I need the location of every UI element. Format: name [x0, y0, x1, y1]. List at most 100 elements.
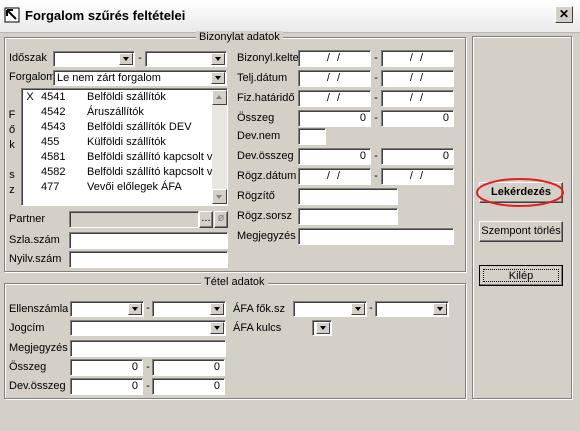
teljdatum-to-field[interactable]: / / [381, 70, 454, 87]
chevron-down-icon[interactable] [128, 303, 142, 315]
tetel-megjegyzes-field[interactable] [70, 340, 226, 357]
kelte-to-field[interactable]: / / [381, 50, 454, 67]
fokszam-vertical-label: F ő k s z [8, 109, 16, 196]
osszeg-dash: - [374, 112, 378, 124]
fizhatarido-to-field[interactable]: / / [381, 90, 454, 107]
devosszeg-dash: - [374, 150, 378, 162]
list-item[interactable]: 4581 Belföldi szállító kapcsolt v [24, 151, 212, 166]
app-icon [4, 7, 20, 23]
tetel-osszeg-from-field[interactable]: 0 [70, 359, 143, 376]
tetel-devosszeg-to-field[interactable]: 0 [152, 378, 225, 395]
partner-clear-button[interactable]: ø [214, 211, 228, 228]
list-scrollbar[interactable] [212, 90, 227, 204]
devosszeg-from-field[interactable]: 0 [298, 148, 371, 165]
osszeg-from-field[interactable]: 0 [298, 110, 371, 127]
chevron-down-icon[interactable] [210, 303, 224, 315]
fokszam-listbox[interactable]: X 4541 Belföldi szállítók 4542 Áruszállí… [21, 88, 228, 206]
kelte-from-field[interactable]: / / [298, 50, 371, 67]
rogzito-field[interactable] [298, 188, 398, 205]
devosszeg-to-field[interactable]: 0 [381, 148, 454, 165]
idoszak-label: Időszak [9, 52, 47, 64]
jogcim-label: Jogcím [9, 322, 45, 334]
afakulcs-combo[interactable] [312, 320, 332, 336]
megjegyzes-field[interactable] [298, 228, 454, 245]
fizhatarido-from-field[interactable]: / / [298, 90, 371, 107]
list-item[interactable]: 4542 Áruszállítók [24, 106, 209, 121]
tetel-osszeg-dash: - [146, 361, 150, 373]
ellenszamla-from-combo[interactable] [70, 301, 144, 317]
idoszak-from-combo[interactable] [53, 51, 135, 67]
tetel-megjegyzes-label: Megjegyzés [9, 342, 68, 354]
afafoksz-from-combo[interactable] [293, 301, 367, 317]
chevron-down-icon[interactable] [351, 303, 365, 315]
szlaszam-field[interactable] [69, 232, 228, 249]
szempont-torles-button[interactable]: Szempont törlés [479, 221, 563, 242]
tetel-devosszeg-dash: - [146, 380, 150, 392]
devnem-field[interactable] [298, 128, 326, 145]
kelte-dash: - [374, 52, 378, 64]
afafoksz-to-combo[interactable] [375, 301, 449, 317]
list-item[interactable]: X 4541 Belföldi szállítók [24, 91, 209, 106]
ellenszamla-dash: - [146, 302, 150, 314]
action-panel [472, 36, 572, 399]
list-item[interactable]: 4582 Belföldi szállító kapcsolt v [24, 166, 212, 181]
rogzdatum-to-field[interactable]: / / [381, 168, 454, 185]
forgalom-value: Le nem zárt forgalom [57, 72, 161, 84]
teljdatum-from-field[interactable]: / / [298, 70, 371, 87]
chevron-down-icon[interactable] [433, 303, 447, 315]
teljdatum-dash: - [374, 72, 378, 84]
devnem-label: Dev.nem [237, 130, 281, 142]
kilep-button[interactable]: Kilép [479, 265, 563, 286]
highlight-circle [476, 178, 564, 207]
idoszak-dash: - [138, 52, 142, 64]
title-bar: Forgalom szűrés feltételei ✕ [0, 0, 580, 33]
osszeg-to-field[interactable]: 0 [381, 110, 454, 127]
list-item[interactable]: 477 Vevői előlegek ÁFA [24, 181, 209, 196]
idoszak-to-combo[interactable] [145, 51, 227, 67]
chevron-down-icon[interactable] [316, 322, 330, 334]
fizhatarido-dash: - [374, 92, 378, 104]
afafoksz-dash: - [369, 302, 373, 314]
rogzdatum-dash: - [374, 170, 378, 182]
afakulcs-label: ÁFA kulcs [233, 322, 282, 334]
kelte-label: Bizonyl.kelte [237, 52, 299, 64]
nyilvszam-field[interactable] [69, 251, 228, 268]
ellenszamla-to-combo[interactable] [152, 301, 226, 317]
tetel-group-title: Tétel adatok [201, 276, 268, 288]
list-item[interactable]: 455 Külföldi szállítók [24, 136, 209, 151]
ellenszamla-label: Ellenszámla [9, 303, 69, 315]
forgalom-label: Forgalom [9, 71, 56, 83]
teljdatum-label: Telj.dátum [237, 72, 288, 84]
chevron-down-icon[interactable] [119, 53, 133, 65]
tetel-devosszeg-label: Dev.összeg [9, 380, 66, 392]
rogzsorsz-label: Rögz.sorsz [237, 210, 293, 222]
kilep-label: Kilép [483, 269, 559, 282]
list-item[interactable]: 4543 Belföldi szállítók DEV [24, 121, 209, 136]
chevron-down-icon[interactable] [210, 322, 224, 334]
partner-label: Partner [9, 213, 46, 225]
rogzdatum-from-field[interactable]: / / [298, 168, 371, 185]
close-button[interactable]: ✕ [555, 6, 573, 23]
scroll-down-icon[interactable] [212, 189, 227, 204]
tetel-devosszeg-from-field[interactable]: 0 [70, 378, 143, 395]
nyilvszam-label: Nyilv.szám [9, 253, 62, 265]
megjegyzes-label: Megjegyzés [237, 230, 296, 242]
scroll-up-icon[interactable] [212, 90, 227, 105]
chevron-down-icon[interactable] [211, 53, 225, 65]
rogzsorsz-field[interactable] [298, 208, 398, 225]
tetel-osszeg-label: Összeg [9, 361, 47, 373]
tetel-osszeg-to-field[interactable]: 0 [152, 359, 225, 376]
fizhatarido-label: Fiz.határidő [237, 92, 295, 104]
rogzdatum-label: Rögz.dátum [237, 170, 297, 182]
chevron-down-icon[interactable] [211, 72, 225, 84]
forgalom-combo[interactable]: Le nem zárt forgalom [53, 70, 227, 86]
jogcim-combo[interactable] [70, 320, 226, 336]
afafoksz-label: ÁFA fők.sz [233, 303, 285, 315]
window-title: Forgalom szűrés feltételei [25, 8, 186, 23]
szlaszam-label: Szla.szám [9, 234, 60, 246]
partner-field[interactable] [69, 211, 199, 228]
partner-browse-button[interactable]: ... [199, 211, 213, 228]
rogzito-label: Rögzítő [237, 190, 275, 202]
devosszeg-label: Dev.összeg [237, 150, 294, 162]
osszeg-label: Összeg [237, 112, 275, 124]
